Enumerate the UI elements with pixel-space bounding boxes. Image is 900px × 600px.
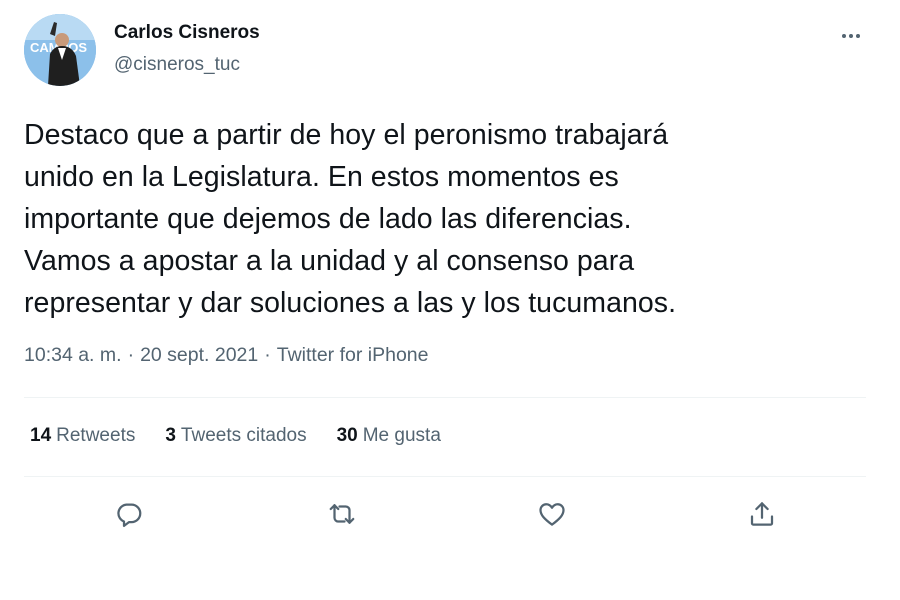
meta-separator: ·	[127, 344, 135, 366]
tweet-date[interactable]: 20 sept. 2021	[140, 344, 258, 366]
likes-label: Me gusta	[362, 425, 441, 446]
retweets-count: 14	[30, 425, 52, 446]
retweets-stat[interactable]: 14 Retweets	[30, 425, 135, 447]
more-horizontal-icon-dot	[856, 34, 860, 38]
tweet-meta: 10:34 a. m. · 20 sept. 2021 · Twitter for iP…	[24, 344, 428, 367]
divider	[24, 476, 866, 477]
tweet-stats: 14 Retweets 3 Tweets citados 30 Me gusta	[30, 425, 441, 447]
tweet-source[interactable]: Twitter for iPhone	[277, 344, 429, 366]
likes-count: 30	[336, 425, 358, 446]
more-horizontal-icon-dot	[849, 34, 853, 38]
retweet-button[interactable]	[322, 494, 362, 534]
heart-icon	[539, 503, 565, 526]
tweet-time[interactable]: 10:34 a. m.	[24, 344, 122, 366]
tweet-text-line: unido en la Legislatura. En estos moment…	[24, 161, 619, 193]
author-name[interactable]: Carlos Cisneros	[114, 22, 260, 44]
retweets-label: Retweets	[56, 425, 136, 446]
share-button[interactable]	[742, 494, 782, 534]
meta-separator: ·	[264, 344, 271, 366]
tweet-text: Destaco que a partir de hoy el peronismo…	[24, 114, 864, 324]
tweet-text-line: importante que dejemos de lado las difer…	[24, 203, 632, 235]
avatar-photo: CAMPOS	[24, 14, 96, 86]
tweet-text-line: representar y dar soluciones a las y los…	[24, 287, 677, 319]
tweet-text-line: Vamos a apostar a la unidad y al consens…	[24, 245, 635, 277]
tweet-card: CAMPOS Carlos Cisneros @cisneros_tuc Des…	[0, 0, 900, 600]
author-handle[interactable]: @cisneros_tuc	[114, 54, 240, 76]
like-button[interactable]	[532, 494, 572, 534]
reply-icon	[117, 503, 142, 527]
likes-stat[interactable]: 30 Me gusta	[337, 425, 441, 447]
more-horizontal-icon	[842, 34, 846, 38]
tweet-actions	[0, 494, 900, 534]
share-icon	[750, 502, 774, 526]
quotes-label: Tweets citados	[180, 425, 307, 446]
retweet-icon	[329, 504, 355, 524]
avatar[interactable]: CAMPOS	[24, 14, 96, 86]
quotes-count: 3	[165, 425, 176, 446]
tweet-text-line: Destaco que a partir de hoy el peronismo…	[24, 119, 669, 151]
divider	[24, 397, 866, 398]
quotes-stat[interactable]: 3 Tweets citados	[165, 425, 306, 447]
more-options-button[interactable]	[834, 24, 868, 48]
tweet-header: CAMPOS Carlos Cisneros @cisneros_tuc	[24, 14, 876, 88]
reply-button[interactable]	[109, 494, 149, 534]
